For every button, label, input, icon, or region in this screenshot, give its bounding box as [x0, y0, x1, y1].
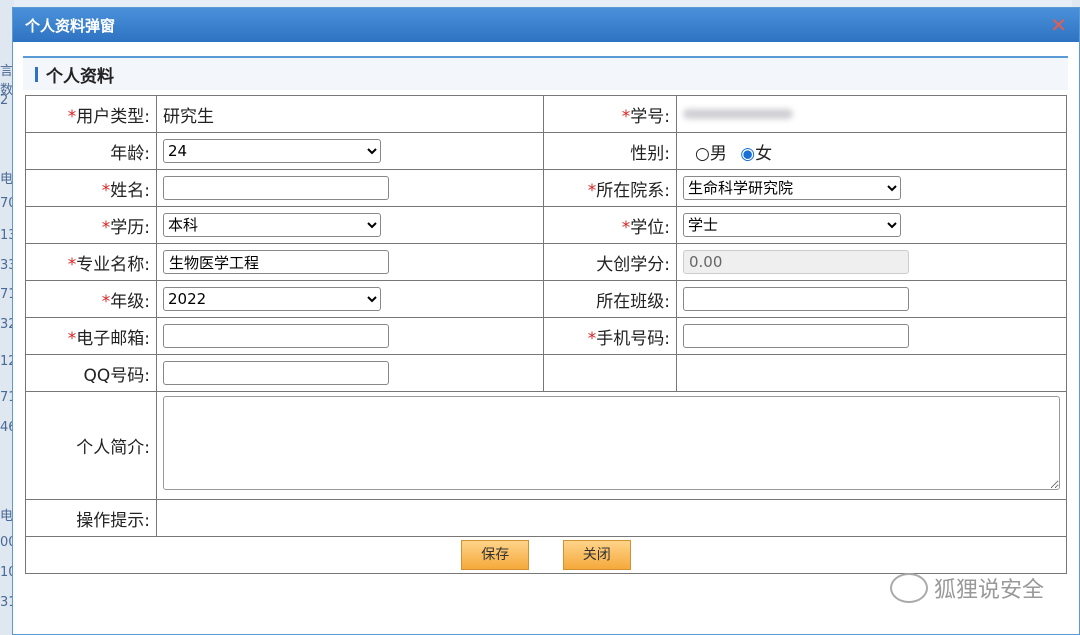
bg-fragment: 2 [0, 93, 9, 108]
section-marker [35, 66, 38, 82]
save-button[interactable]: 保存 [461, 540, 530, 570]
student-no-value [676, 95, 1067, 133]
gender-radio-group: ○男 ◉女 [676, 132, 1067, 170]
label-credits: 大创学分: [543, 243, 677, 281]
email-input[interactable] [163, 324, 389, 348]
age-select[interactable]: 24 [163, 139, 381, 163]
gender-male-radio[interactable]: ○男 [695, 144, 727, 164]
bio-textarea[interactable] [163, 396, 1060, 490]
degree-select[interactable]: 学士 [683, 213, 901, 237]
education-select[interactable]: 本科 [163, 213, 381, 237]
credits-input [683, 250, 909, 274]
department-select[interactable]: 生命科学研究院 [683, 176, 901, 200]
form-row: 操作提示: [25, 499, 1067, 537]
phone-input[interactable] [683, 324, 909, 348]
label-class: 所在班级: [543, 280, 677, 318]
redacted-text [683, 109, 793, 119]
profile-form-table: *用户类型: 研究生 *学号: 年龄: 24 性别: ○男 ◉女 *姓名: *所… [25, 95, 1067, 574]
watermark: 狐狸说安全 [889, 572, 1044, 604]
name-input[interactable] [163, 176, 389, 200]
label-department: *所在院系: [543, 169, 677, 207]
form-row: *专业名称: 大创学分: [25, 243, 1067, 281]
form-row: *姓名: *所在院系: 生命科学研究院 [25, 169, 1067, 207]
button-row: 保存 关闭 [25, 536, 1067, 574]
dialog-title: 个人资料弹窗 [25, 16, 116, 35]
label-major: *专业名称: [25, 243, 157, 281]
major-input[interactable] [163, 250, 389, 274]
empty-cell [676, 354, 1067, 392]
form-row: 年龄: 24 性别: ○男 ◉女 [25, 132, 1067, 170]
label-qq: QQ号码: [25, 354, 157, 392]
label-student-no: *学号: [543, 95, 677, 133]
label-email: *电子邮箱: [25, 317, 157, 355]
label-education: *学历: [25, 206, 157, 244]
wechat-logo-icon [889, 573, 928, 603]
form-row: *电子邮箱: *手机号码: [25, 317, 1067, 355]
form-row: *用户类型: 研究生 *学号: [25, 95, 1067, 133]
label-user-type: *用户类型: [25, 95, 157, 133]
label-gender: 性别: [543, 132, 677, 170]
form-row: *学历: 本科 *学位: 学士 [25, 206, 1067, 244]
tips-value [156, 499, 1067, 537]
label-name: *姓名: [25, 169, 157, 207]
close-button[interactable]: 关闭 [562, 540, 631, 570]
watermark-text: 狐狸说安全 [933, 578, 1044, 603]
dialog-titlebar[interactable]: 个人资料弹窗 ✕ [13, 8, 1079, 42]
grade-select[interactable]: 2022 [163, 287, 381, 311]
close-icon[interactable]: ✕ [1050, 13, 1079, 37]
qq-input[interactable] [163, 361, 389, 385]
label-phone: *手机号码: [543, 317, 677, 355]
form-row: *年级: 2022 所在班级: [25, 280, 1067, 318]
user-type-value: 研究生 [156, 95, 544, 133]
label-tips: 操作提示: [25, 499, 157, 537]
class-input[interactable] [683, 287, 909, 311]
section-header: 个人资料 [23, 58, 1068, 90]
form-row: 个人简介: [25, 391, 1067, 500]
label-bio: 个人简介: [25, 391, 157, 500]
empty-cell [543, 354, 677, 392]
label-grade: *年级: [25, 280, 157, 318]
section-title: 个人资料 [46, 66, 114, 87]
form-row: QQ号码: [25, 354, 1067, 392]
dialog-body: 个人资料 *用户类型: 研究生 *学号: 年龄: 24 性别: ○男 ◉女 *姓… [23, 56, 1068, 620]
gender-female-radio[interactable]: ◉女 [740, 144, 772, 164]
label-age: 年龄: [25, 132, 157, 170]
profile-dialog: 个人资料弹窗 ✕ 个人资料 *用户类型: 研究生 *学号: 年龄: 24 性别:… [12, 7, 1080, 635]
label-degree: *学位: [543, 206, 677, 244]
